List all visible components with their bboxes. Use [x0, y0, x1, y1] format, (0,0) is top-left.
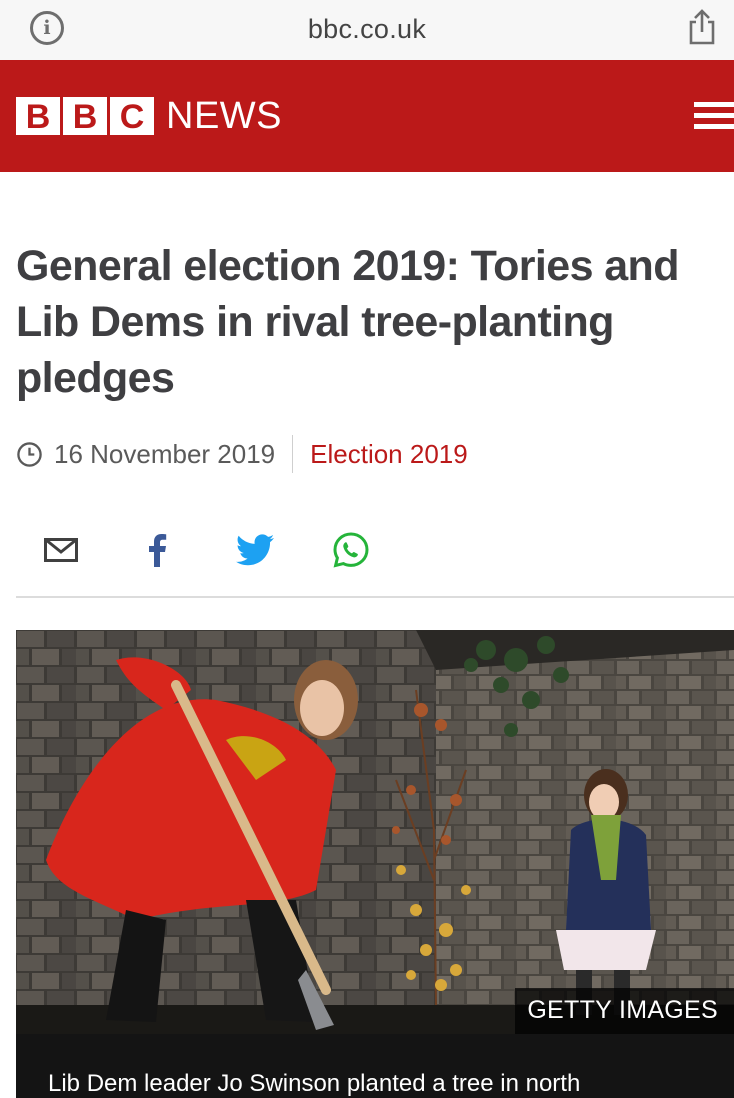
article-date: 16 November 2019: [54, 438, 276, 469]
hamburger-menu-icon[interactable]: [694, 102, 734, 132]
facebook-icon[interactable]: [140, 525, 174, 575]
image-caption-box: Lib Dem leader Jo Swinson planted a tree…: [16, 1034, 734, 1098]
whatsapp-icon[interactable]: [330, 525, 372, 575]
url-text[interactable]: bbc.co.uk: [0, 14, 734, 45]
email-icon[interactable]: [40, 525, 82, 575]
logo-letter: B: [63, 97, 107, 136]
article-meta: 16 November 2019 Election 2019: [16, 434, 468, 474]
twitter-icon[interactable]: [233, 525, 277, 575]
section-link[interactable]: Election 2019: [310, 439, 468, 470]
site-header: B B C NEWS: [0, 60, 734, 172]
photo-illustration: [16, 630, 734, 1034]
logo-letter: B: [16, 97, 60, 136]
article-hero-image[interactable]: GETTY IMAGES: [16, 630, 734, 1034]
meta-divider: [292, 435, 294, 473]
logo-letter: C: [110, 97, 154, 136]
share-icon[interactable]: [687, 8, 717, 46]
share-bar: [0, 525, 734, 575]
image-credit: GETTY IMAGES: [515, 988, 734, 1034]
browser-url-bar: i bbc.co.uk: [0, 0, 734, 60]
logo-news-word[interactable]: NEWS: [166, 93, 282, 139]
article-headline: General election 2019: Tories and Lib De…: [16, 242, 679, 402]
clock-icon: [17, 441, 42, 467]
bbc-logo[interactable]: B B C: [16, 97, 157, 136]
image-caption: Lib Dem leader Jo Swinson planted a tree…: [48, 1070, 581, 1097]
share-divider: [16, 596, 734, 598]
